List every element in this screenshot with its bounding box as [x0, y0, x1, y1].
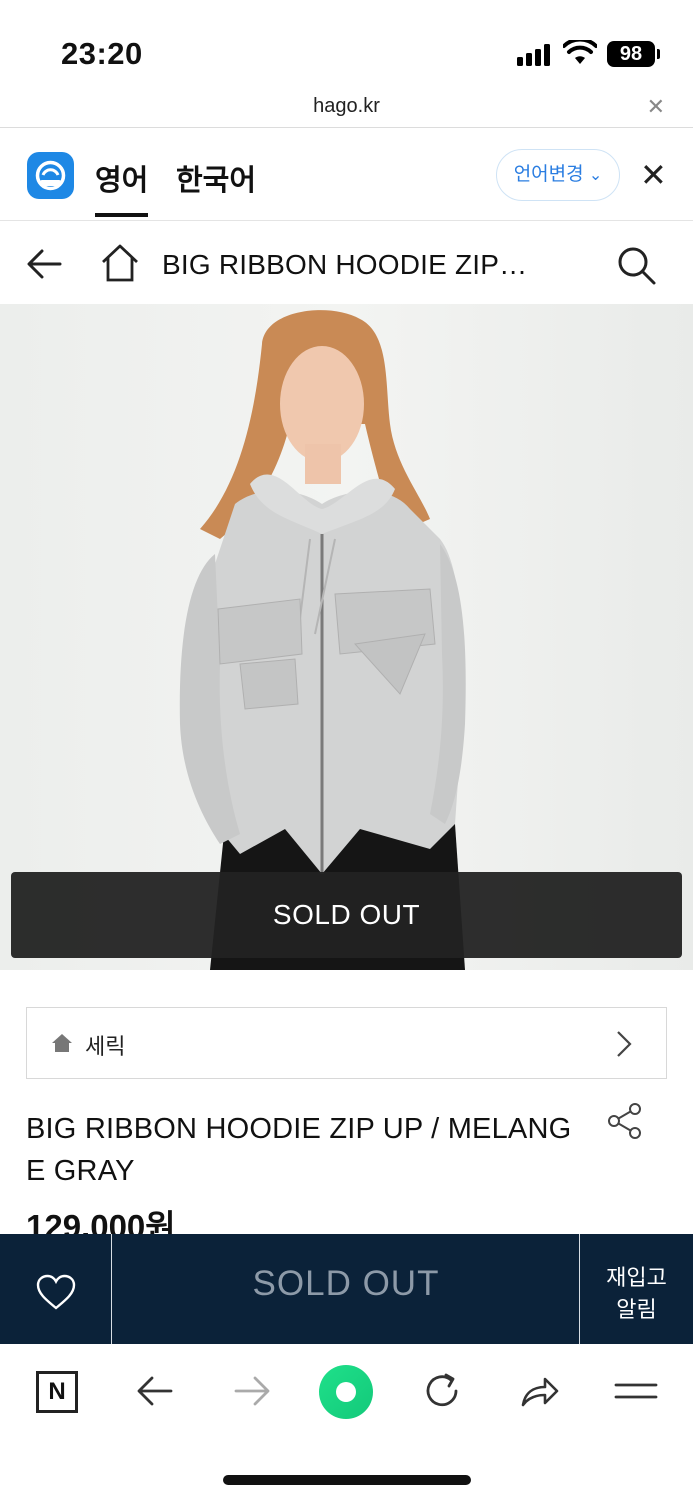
wifi-icon [563, 40, 597, 64]
chevron-right-icon [617, 1031, 632, 1057]
back-arrow-icon[interactable] [24, 244, 64, 284]
sold-out-overlay: SOLD OUT [11, 872, 682, 958]
restock-alert-button[interactable]: 재입고 알림 [579, 1234, 693, 1344]
page-title: BIG RIBBON HOODIE ZIP… [162, 249, 528, 280]
url-bar[interactable]: hago.kr ✕ [0, 90, 693, 128]
browser-toolbar: N [0, 1345, 693, 1445]
site-nav-bar: BIG RIBBON HOODIE ZIP… [0, 222, 693, 304]
wishlist-button[interactable] [0, 1234, 112, 1344]
naver-home-button[interactable]: N [36, 1371, 78, 1413]
menu-icon[interactable] [614, 1369, 658, 1413]
product-price: 129,000원 [26, 1208, 176, 1234]
url-text[interactable]: hago.kr [0, 95, 693, 118]
translate-bar: 영어 한국어 언어변경 ⌄ ✕ [0, 129, 693, 221]
cellular-signal-icon [517, 44, 553, 66]
brand-name: 세릭 [85, 1034, 126, 1059]
tab-english[interactable]: 영어 [95, 157, 149, 217]
home-indicator[interactable] [223, 1475, 471, 1485]
refresh-icon[interactable] [420, 1369, 464, 1413]
home-icon [52, 1034, 72, 1052]
brand-breadcrumb[interactable]: 세릭 [26, 1007, 667, 1079]
restock-label-line1: 재입고 [606, 1265, 667, 1290]
heart-icon [36, 1274, 76, 1310]
product-title: BIG RIBBON HOODIE ZIP UP / MELANGE GRAY [26, 1113, 572, 1187]
language-change-label: 언어변경 [513, 164, 584, 185]
translate-close-icon[interactable]: ✕ [640, 157, 667, 193]
status-bar: 23:20 98 [0, 0, 693, 90]
sold-out-button[interactable]: SOLD OUT [113, 1234, 579, 1344]
share-arrow-icon[interactable] [517, 1369, 561, 1413]
product-photo-model [179, 310, 466, 970]
search-icon[interactable] [615, 244, 657, 286]
share-icon[interactable] [606, 1102, 644, 1140]
close-icon[interactable]: ✕ [647, 94, 665, 120]
product-image[interactable]: SOLD OUT [0, 304, 693, 970]
purchase-bar: SOLD OUT 재입고 알림 [0, 1234, 693, 1344]
green-dot-button[interactable] [319, 1365, 373, 1419]
restock-label-line2: 알림 [616, 1297, 657, 1322]
tab-korean[interactable]: 한국어 [176, 157, 256, 199]
papago-logo-icon[interactable] [27, 152, 74, 199]
home-icon[interactable] [100, 240, 140, 284]
status-time: 23:20 [61, 36, 143, 71]
language-change-button[interactable]: 언어변경 ⌄ [496, 149, 620, 201]
chevron-down-icon: ⌄ [588, 167, 603, 184]
back-arrow-icon[interactable] [133, 1369, 177, 1413]
battery-icon: 98 [607, 41, 660, 67]
forward-arrow-icon[interactable] [230, 1369, 274, 1413]
